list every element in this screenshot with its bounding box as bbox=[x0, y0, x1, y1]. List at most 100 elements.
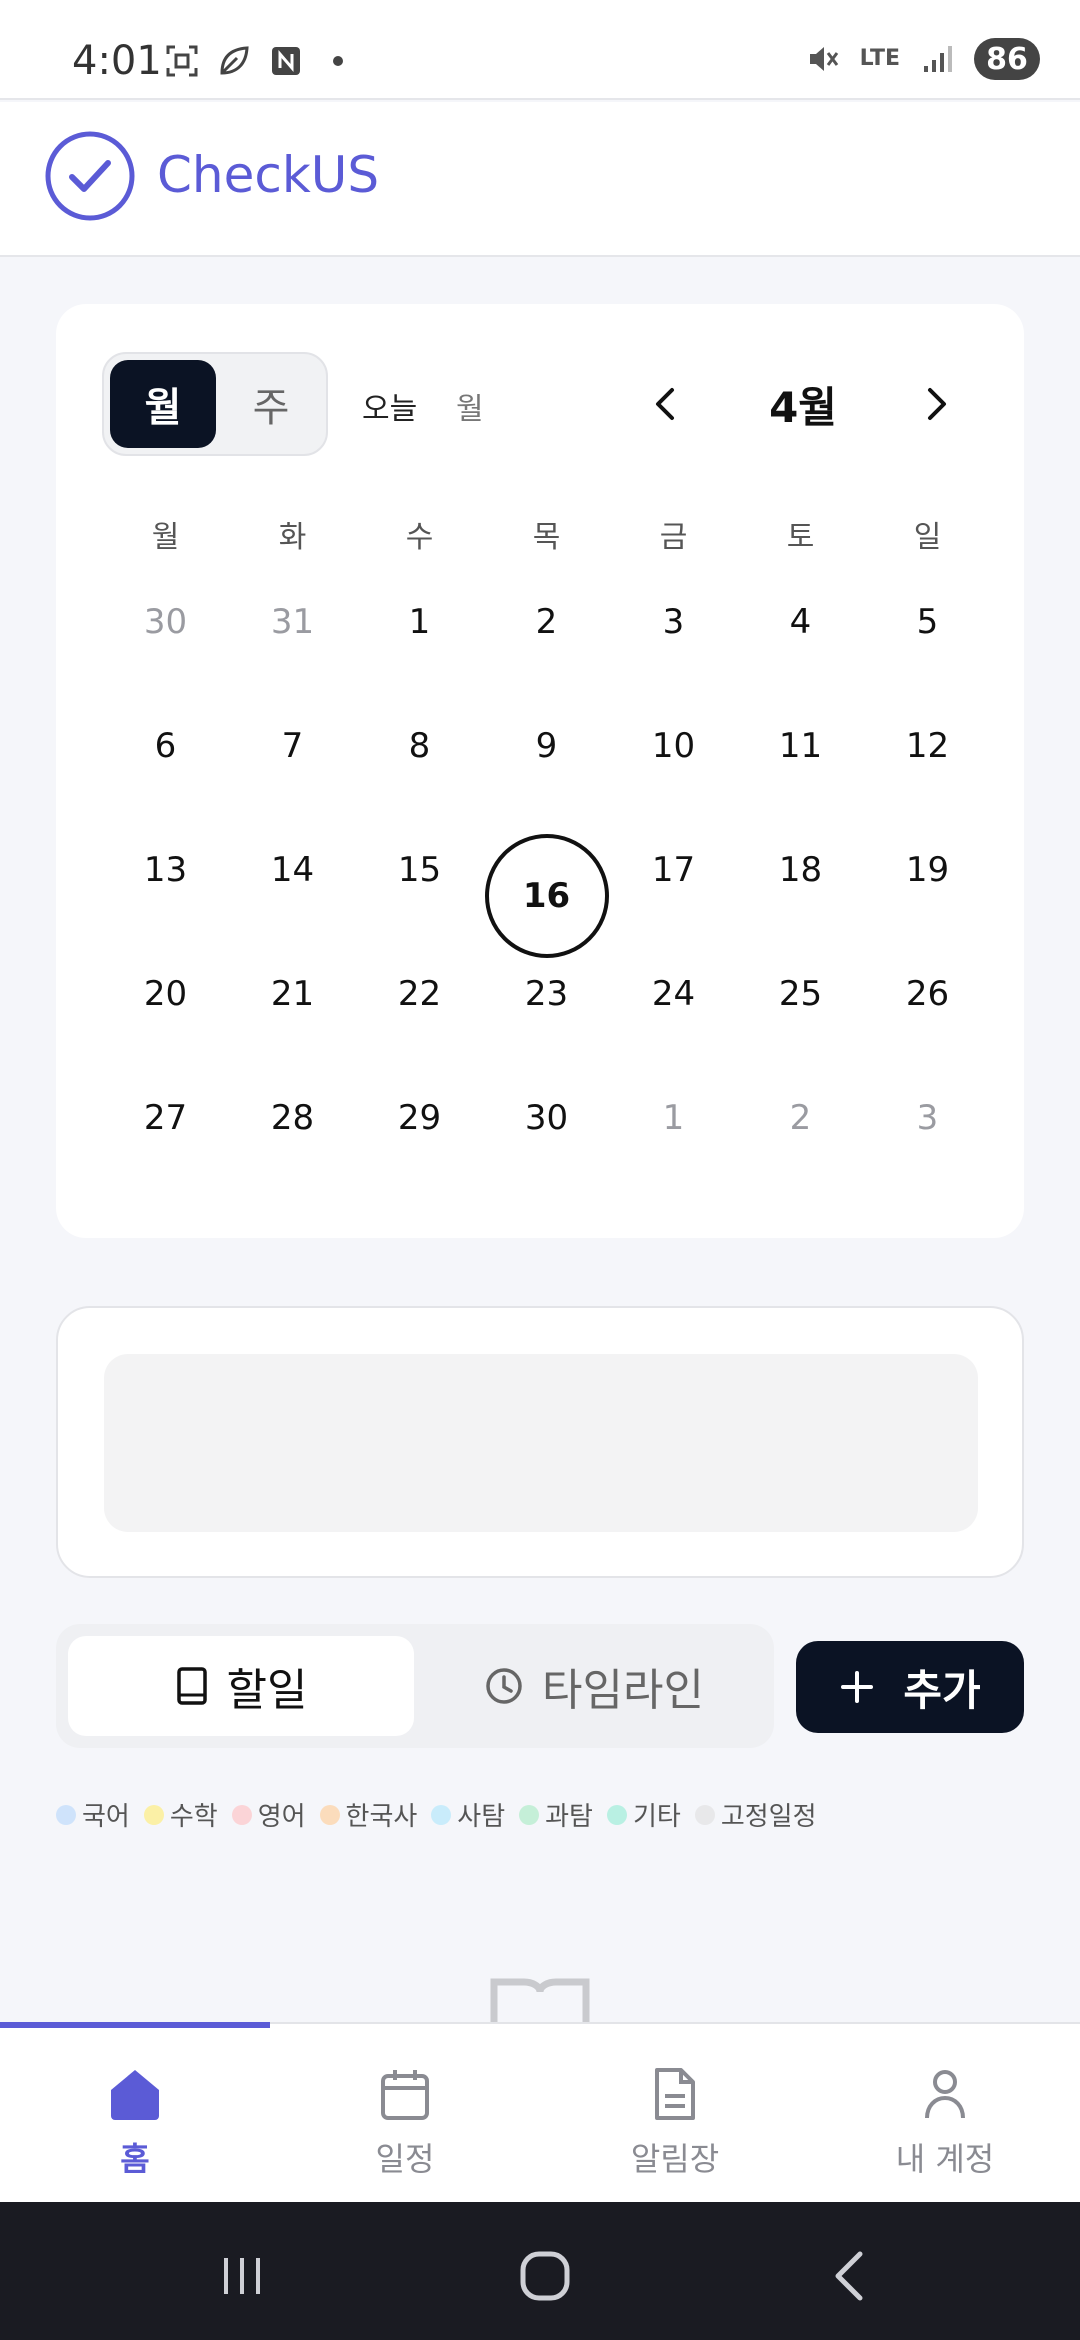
legend-item: 한국사 bbox=[319, 1796, 418, 1833]
calendar-day[interactable]: 1 bbox=[356, 572, 483, 696]
calendar-day[interactable]: 26 bbox=[864, 944, 991, 1068]
calendar-day[interactable]: 11 bbox=[737, 696, 864, 820]
battery-level: 86 bbox=[974, 38, 1040, 80]
month-label: 4월 bbox=[769, 383, 837, 432]
calendar-day[interactable]: 13 bbox=[102, 820, 229, 944]
calendar-day-number: 5 bbox=[916, 602, 939, 642]
calendar-day[interactable]: 19 bbox=[864, 820, 991, 944]
content-tabs: 할일 타임라인 bbox=[56, 1624, 774, 1748]
calendar-day[interactable]: 3 bbox=[610, 572, 737, 696]
summary-card bbox=[56, 1306, 1024, 1578]
date-grid: 30 31 1 2 3 4 5 6 7 8 9 10 11 12 13 14 15 16 17 18 19 20 21 22 2… bbox=[102, 572, 992, 1192]
calendar-day[interactable]: 1 bbox=[610, 1068, 737, 1192]
nav-home-label: 홈 bbox=[120, 2140, 150, 2178]
nav-schedule[interactable]: 일정 bbox=[270, 2064, 540, 2180]
status-left-icons bbox=[165, 44, 355, 78]
calendar-day[interactable]: 10 bbox=[610, 696, 737, 820]
calendar-day[interactable]: 30 bbox=[102, 572, 229, 696]
calendar-day[interactable]: 18 bbox=[737, 820, 864, 944]
calendar-day[interactable]: 5 bbox=[864, 572, 991, 696]
recent-apps-icon[interactable] bbox=[212, 2246, 272, 2306]
calendar-day-number: 6 bbox=[154, 726, 177, 766]
weekday-label: 화 bbox=[278, 520, 307, 555]
add-button[interactable]: 추가 bbox=[796, 1641, 1024, 1733]
legend-item: 수학 bbox=[143, 1796, 218, 1833]
calendar-day-number: 15 bbox=[397, 850, 442, 890]
prev-month-icon[interactable] bbox=[636, 374, 696, 434]
tab-timeline[interactable]: 타임라인 bbox=[426, 1636, 762, 1736]
back-icon[interactable] bbox=[820, 2246, 880, 2306]
calendar-day-number: 31 bbox=[270, 602, 315, 642]
calendar-day[interactable]: 7 bbox=[229, 696, 356, 820]
calendar-day-number: 29 bbox=[397, 1098, 442, 1138]
nav-account[interactable]: 내 계정 bbox=[810, 2064, 1080, 2180]
calendar-day[interactable]: 24 bbox=[610, 944, 737, 1068]
next-month-icon[interactable] bbox=[906, 374, 966, 434]
calendar-day-number: 23 bbox=[524, 974, 569, 1014]
check-circle-icon bbox=[45, 131, 135, 221]
calendar-day[interactable]: 22 bbox=[356, 944, 483, 1068]
calendar-day[interactable]: 21 bbox=[229, 944, 356, 1068]
calendar-day[interactable]: 12 bbox=[864, 696, 991, 820]
calendar-day[interactable]: 17 bbox=[610, 820, 737, 944]
calendar-day-number: 12 bbox=[905, 726, 950, 766]
calendar-day-number: 19 bbox=[905, 850, 950, 890]
month-view-button[interactable]: 월 bbox=[110, 360, 216, 448]
calendar-day-number: 22 bbox=[397, 974, 442, 1014]
calendar-day-number: 3 bbox=[662, 602, 685, 642]
calendar-day[interactable]: 23 bbox=[483, 944, 610, 1068]
summary-placeholder bbox=[104, 1354, 978, 1532]
calendar-day[interactable]: 20 bbox=[102, 944, 229, 1068]
calendar-day[interactable]: 30 bbox=[483, 1068, 610, 1192]
bottom-nav: 홈 일정 알림장 내 계정 bbox=[0, 2022, 1080, 2202]
calendar-day[interactable]: 27 bbox=[102, 1068, 229, 1192]
week-view-button[interactable]: 주 bbox=[218, 360, 324, 448]
calendar-day-number: 27 bbox=[143, 1098, 188, 1138]
nav-home[interactable]: 홈 bbox=[0, 2064, 270, 2180]
naver-icon bbox=[272, 47, 300, 75]
nav-notice[interactable]: 알림장 bbox=[540, 2064, 810, 2180]
calendar-day-number: 13 bbox=[143, 850, 188, 890]
calendar-day[interactable]: 25 bbox=[737, 944, 864, 1068]
weekday-label: 토 bbox=[786, 520, 815, 555]
tab-todo-label: 할일 bbox=[226, 1665, 308, 1716]
today-button[interactable]: 오늘 bbox=[362, 384, 417, 428]
legend-label: 수학 bbox=[169, 1802, 218, 1832]
calendar-day[interactable]: 31 bbox=[229, 572, 356, 696]
calendar-day[interactable]: 8 bbox=[356, 696, 483, 820]
calendar-day[interactable]: 14 bbox=[229, 820, 356, 944]
calendar-day[interactable]: 9 bbox=[483, 696, 610, 820]
legend-dot bbox=[694, 1804, 715, 1825]
calendar-day[interactable]: 2 bbox=[737, 1068, 864, 1192]
legend-label: 한국사 bbox=[345, 1802, 418, 1832]
plus-icon bbox=[841, 1671, 874, 1703]
calendar-day-number: 25 bbox=[778, 974, 823, 1014]
legend-dot bbox=[319, 1804, 340, 1825]
calendar-day[interactable]: 3 bbox=[864, 1068, 991, 1192]
calendar-day-number: 3 bbox=[916, 1098, 939, 1138]
calendar-day-number: 16 bbox=[484, 834, 609, 958]
legend-dot bbox=[431, 1804, 452, 1825]
tab-todo[interactable]: 할일 bbox=[68, 1636, 414, 1736]
calendar-day-number: 20 bbox=[143, 974, 188, 1014]
legend-label: 영어 bbox=[257, 1802, 306, 1832]
calendar-day-number: 4 bbox=[789, 602, 812, 642]
legend-item: 영어 bbox=[231, 1796, 306, 1833]
calendar-day-number: 1 bbox=[662, 1098, 685, 1138]
status-time: 4:01 bbox=[72, 38, 162, 84]
active-nav-indicator bbox=[0, 2022, 270, 2028]
calendar-day[interactable]: 29 bbox=[356, 1068, 483, 1192]
home-system-icon[interactable] bbox=[515, 2246, 575, 2306]
legend-item: 사탐 bbox=[431, 1796, 505, 1833]
calendar-day-today[interactable]: 16 bbox=[483, 820, 610, 958]
calendar-day[interactable]: 28 bbox=[229, 1068, 356, 1192]
calendar-day[interactable]: 15 bbox=[356, 820, 483, 944]
calendar-day-number: 24 bbox=[651, 974, 696, 1014]
notebook-icon bbox=[176, 1667, 207, 1705]
calendar-day[interactable]: 6 bbox=[102, 696, 229, 820]
calendar-card: 월 주 오늘 월 4월 월 화 수 목 금 토 일 30 31 1 2 3 4 5 6 7 8 9 1… bbox=[56, 304, 1024, 1238]
calendar-day[interactable]: 4 bbox=[737, 572, 864, 696]
legend-dot bbox=[143, 1804, 164, 1825]
calendar-day[interactable]: 2 bbox=[483, 572, 610, 696]
legend-dot bbox=[606, 1804, 627, 1825]
